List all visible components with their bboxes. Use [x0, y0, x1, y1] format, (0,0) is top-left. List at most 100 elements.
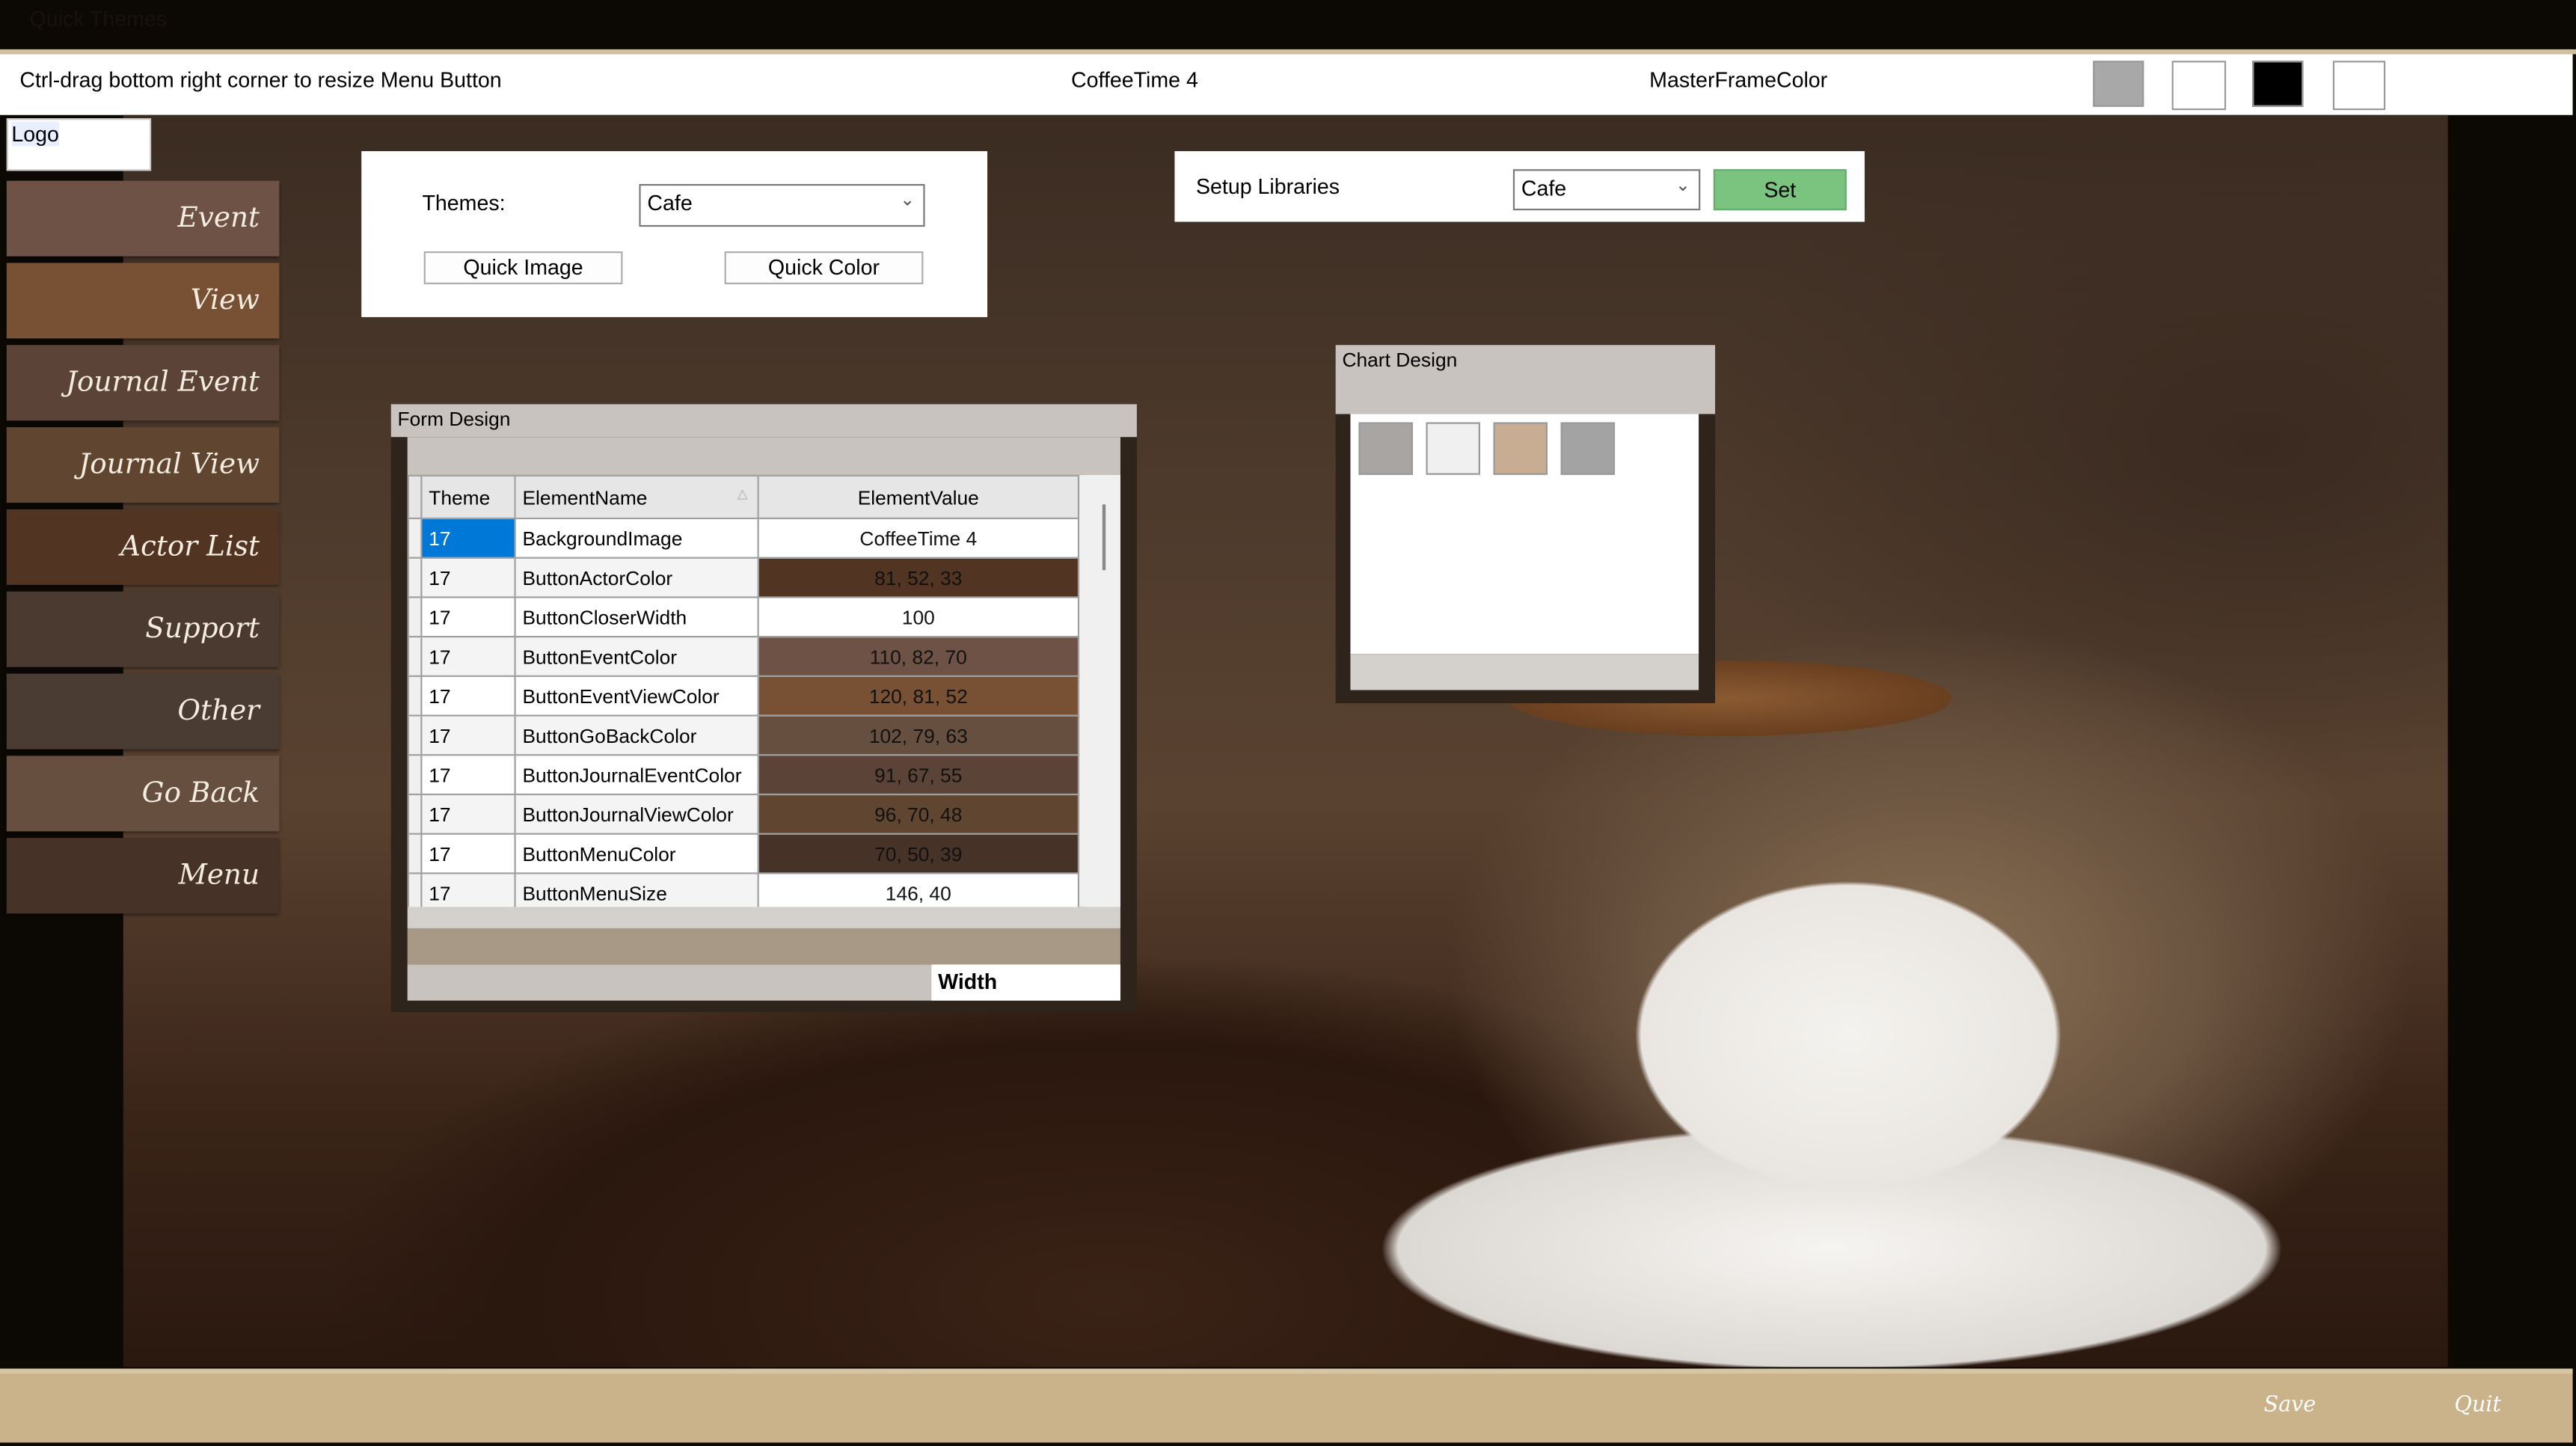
row-header[interactable] — [407, 714, 423, 756]
chart-design-title: Chart Design — [1342, 348, 1458, 372]
menu-button-event[interactable]: Event — [6, 180, 280, 257]
cell-element-name[interactable]: BackgroundImage — [514, 517, 759, 559]
cell-element-name[interactable]: ButtonJournalEventColor — [514, 754, 759, 796]
chart-color-swatch[interactable] — [1426, 422, 1480, 475]
menu-button-journal-event[interactable]: Journal Event — [6, 345, 280, 421]
cell-theme[interactable]: 17 — [420, 714, 516, 756]
chevron-down-icon: ⌄ — [900, 190, 916, 211]
chart-color-swatch[interactable] — [1493, 422, 1548, 475]
quit-button[interactable]: Quit — [2454, 1394, 2500, 1418]
menu-button-actor-list[interactable]: Actor List — [6, 509, 280, 585]
bottom-bar: Save Quit — [0, 1368, 2573, 1443]
cell-element-value[interactable]: 96, 70, 48 — [757, 793, 1080, 835]
setup-libraries-select[interactable]: Cafe ⌄ — [1512, 169, 1701, 211]
menu-button-support[interactable]: Support — [6, 591, 280, 667]
setup-libraries-label: Setup Libraries — [1195, 174, 1340, 199]
row-header[interactable] — [407, 793, 423, 835]
row-header[interactable] — [407, 517, 423, 559]
column-header-element-value[interactable]: ElementValue — [757, 474, 1080, 520]
cell-element-name[interactable]: ButtonJournalViewColor — [514, 793, 759, 835]
menu-button-view[interactable]: View — [6, 263, 280, 339]
width-field[interactable]: Width — [931, 964, 1120, 1001]
table-row[interactable]: 17 ButtonJournalEventColor 91, 67, 55 — [407, 754, 1080, 796]
row-header[interactable] — [407, 557, 423, 598]
menu-button-other[interactable]: Other — [6, 673, 280, 750]
form-design-header: Form Design — [390, 404, 1137, 438]
chart-swatch-area — [1350, 414, 1699, 655]
cell-element-name[interactable]: ButtonEventColor — [514, 636, 759, 677]
title-bar: Quick Themes — [0, 0, 2576, 49]
quick-color-button[interactable]: Quick Color — [724, 251, 924, 284]
cell-element-name[interactable]: ButtonGoBackColor — [514, 714, 759, 756]
cell-element-value[interactable]: CoffeeTime 4 — [757, 517, 1080, 559]
column-header-element-name[interactable]: ElementName △ — [514, 474, 759, 520]
cell-theme[interactable]: 17 — [420, 754, 516, 796]
master-frame-swatch-white-2[interactable] — [2332, 61, 2386, 111]
table-row[interactable]: 17 ButtonEventColor 110, 82, 70 — [407, 636, 1080, 677]
cell-element-value[interactable]: 81, 52, 33 — [757, 557, 1080, 598]
chart-color-swatch[interactable] — [1358, 422, 1413, 475]
cell-element-name[interactable]: ButtonActorColor — [514, 557, 759, 598]
column-header-theme[interactable]: Theme — [420, 474, 516, 520]
save-button[interactable]: Save — [2264, 1394, 2316, 1418]
table-row[interactable]: 17 ButtonMenuSize 146, 40 — [407, 872, 1080, 907]
chevron-down-icon: ⌄ — [1675, 176, 1691, 196]
cell-theme[interactable]: 17 — [420, 833, 516, 874]
cell-element-value[interactable]: 146, 40 — [757, 872, 1080, 907]
menu-button-go-back[interactable]: Go Back — [6, 756, 280, 832]
master-frame-swatch-gray[interactable] — [2093, 61, 2144, 107]
chart-design-footer — [1350, 654, 1699, 690]
row-header[interactable] — [407, 833, 423, 874]
form-design-footer: Width — [407, 964, 1120, 1001]
master-frame-swatch-white[interactable] — [2171, 61, 2227, 111]
table-row[interactable]: 17 ButtonJournalViewColor 96, 70, 48 — [407, 793, 1080, 835]
cell-theme[interactable]: 17 — [420, 517, 516, 559]
themes-select[interactable]: Cafe ⌄ — [639, 183, 925, 227]
table-row[interactable]: 17 BackgroundImage CoffeeTime 4 — [407, 517, 1080, 559]
cell-theme[interactable]: 17 — [420, 675, 516, 717]
scrollbar-thumb[interactable] — [1102, 504, 1106, 571]
cell-element-name[interactable]: ButtonEventViewColor — [514, 675, 759, 717]
grid-vscrollbar[interactable] — [1084, 474, 1120, 907]
set-button[interactable]: Set — [1713, 169, 1847, 211]
cell-element-name[interactable]: ButtonMenuSize — [514, 872, 759, 907]
cell-theme[interactable]: 17 — [420, 793, 516, 835]
cell-element-name[interactable]: ButtonMenuColor — [514, 833, 759, 874]
chart-color-swatch[interactable] — [1560, 422, 1616, 475]
form-design-toolbar — [407, 437, 1120, 475]
table-row[interactable]: 17 ButtonActorColor 81, 52, 33 — [407, 557, 1080, 598]
themes-panel: Themes: Cafe ⌄ Quick Image Quick Color — [361, 151, 988, 317]
quick-themes-window: Quick Themes Ctrl-drag bottom right corn… — [0, 0, 2576, 1446]
table-row[interactable]: 17 ButtonCloserWidth 100 — [407, 596, 1080, 638]
window-title: Quick Themes — [29, 6, 168, 31]
logo[interactable]: Logo — [6, 118, 152, 171]
master-frame-color-label: MasterFrameColor — [1649, 67, 1828, 92]
cell-element-value[interactable]: 70, 50, 39 — [757, 833, 1080, 874]
chart-design-header: Chart Design — [1335, 345, 1716, 414]
cell-element-value[interactable]: 110, 82, 70 — [757, 636, 1080, 677]
table-row[interactable]: 17 ButtonEventViewColor 120, 81, 52 — [407, 675, 1080, 717]
cell-theme[interactable]: 17 — [420, 557, 516, 598]
cell-theme[interactable]: 17 — [420, 596, 516, 638]
quick-image-button[interactable]: Quick Image — [423, 251, 623, 284]
sort-ascending-icon: △ — [737, 486, 748, 501]
row-header[interactable] — [407, 872, 423, 907]
row-header[interactable] — [407, 754, 423, 796]
cell-element-value[interactable]: 100 — [757, 596, 1080, 638]
table-row[interactable]: 17 ButtonGoBackColor 102, 79, 63 — [407, 714, 1080, 756]
cell-theme[interactable]: 17 — [420, 636, 516, 677]
menu-button-menu[interactable]: Menu — [6, 838, 280, 914]
menu-button-journal-view[interactable]: Journal View — [6, 427, 280, 503]
background-name: CoffeeTime 4 — [1071, 67, 1198, 92]
cell-element-value[interactable]: 91, 67, 55 — [757, 754, 1080, 796]
cell-theme[interactable]: 17 — [420, 872, 516, 907]
table-row[interactable]: 17 ButtonMenuColor 70, 50, 39 — [407, 833, 1080, 874]
row-header[interactable] — [407, 636, 423, 677]
cell-element-value[interactable]: 102, 79, 63 — [757, 714, 1080, 756]
form-design-tan-band — [407, 928, 1120, 965]
cell-element-name[interactable]: ButtonCloserWidth — [514, 596, 759, 638]
cell-element-value[interactable]: 120, 81, 52 — [757, 675, 1080, 717]
row-header[interactable] — [407, 675, 423, 717]
master-frame-swatch-black[interactable] — [2252, 61, 2304, 107]
row-header[interactable] — [407, 596, 423, 638]
